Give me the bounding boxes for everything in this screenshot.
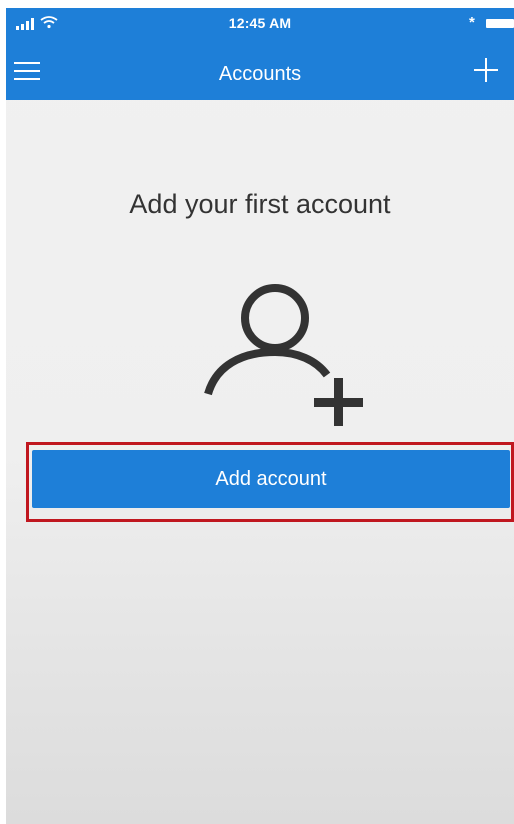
status-time: 12:45 AM [228,15,292,31]
add-account-button[interactable]: Add account [32,450,510,508]
nav-bar: Accounts [6,42,514,100]
add-person-icon [204,284,363,426]
add-icon[interactable] [472,56,500,84]
empty-state-heading: Add your first account [129,189,391,219]
status-bar: 12:45 AM * [6,8,514,42]
phone-screen: 12:45 AM * Accounts Add your first accou… [6,8,514,824]
page-title: Accounts [218,63,302,85]
bluetooth-icon: * [469,14,475,31]
battery-icon [486,19,514,28]
